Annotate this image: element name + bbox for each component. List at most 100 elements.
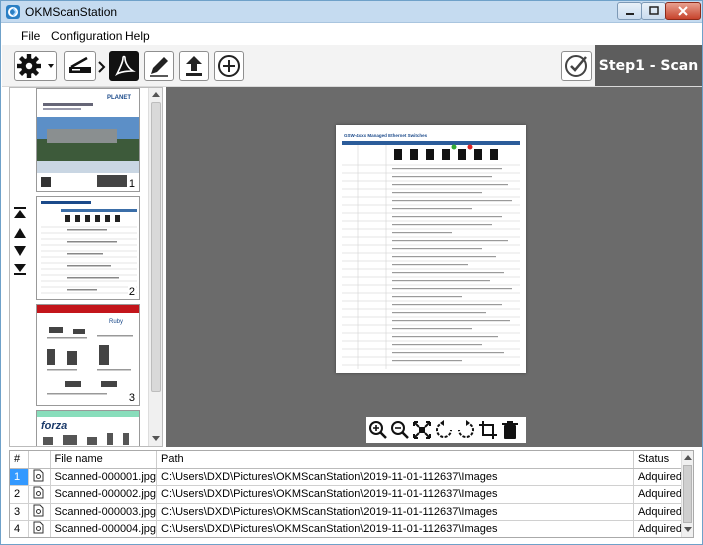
first-icon[interactable] (13, 206, 27, 220)
scroll-down-arrow-icon[interactable] (152, 436, 160, 441)
row-number: 3 (10, 503, 30, 521)
thumbnail-4[interactable]: forza (36, 410, 140, 446)
file-icon (28, 520, 51, 537)
thumbnail-number: 3 (127, 392, 136, 404)
column-header-path[interactable]: Path (156, 451, 634, 469)
column-header-icon[interactable] (28, 451, 51, 469)
table-row[interactable]: 1 Scanned-000001.jpg C:\Users\DXD\Pictur… (10, 468, 684, 486)
table-row[interactable]: 4 Scanned-000004.jpg C:\Users\DXD\Pictur… (10, 520, 684, 537)
menu-configuration[interactable]: Configuration (51, 29, 122, 43)
svg-text:GSW-4xxx Managed Ethernet Swit: GSW-4xxx Managed Ethernet Switches (344, 133, 428, 138)
row-number: 1 (10, 468, 30, 486)
thumbnail-nav (10, 88, 32, 446)
rotate-left-icon[interactable] (434, 420, 454, 440)
file-status: Adquired (633, 468, 684, 486)
maximize-button[interactable] (641, 2, 666, 20)
pencil-icon (150, 57, 168, 77)
thumbnail-number: 1 (127, 178, 136, 190)
table-scrollbar[interactable] (681, 451, 693, 537)
rotate-right-icon[interactable] (456, 420, 476, 440)
thumbnail-scrollbar[interactable] (148, 88, 162, 446)
scrollbar-thumb[interactable] (151, 102, 161, 392)
scroll-up-arrow-icon[interactable] (684, 455, 692, 460)
table-header: # File name Path Status (10, 451, 684, 469)
thumbnail-number: 2 (127, 286, 136, 298)
column-header-number[interactable]: # (10, 451, 30, 469)
down-icon[interactable] (13, 244, 27, 258)
dropdown-arrow-icon (48, 64, 54, 68)
file-path: C:\Users\DXD\Pictures\OKMScanStation\201… (156, 520, 634, 537)
table-row[interactable]: 2 Scanned-000002.jpg C:\Users\DXD\Pictur… (10, 485, 684, 504)
upload-icon (186, 56, 202, 76)
file-name: Scanned-000001.jpg (50, 468, 158, 486)
crop-icon[interactable] (478, 420, 498, 440)
gear-icon (17, 54, 54, 78)
image-toolbar (366, 417, 526, 443)
svg-text:Ruby: Ruby (109, 319, 123, 325)
minimize-button[interactable] (617, 2, 642, 20)
file-status: Adquired (633, 520, 684, 537)
file-name: Scanned-000004.jpg (50, 520, 158, 537)
menu-help[interactable]: Help (125, 29, 150, 43)
file-path: C:\Users\DXD\Pictures\OKMScanStation\201… (156, 468, 634, 486)
menu-bar: File Configuration Help (2, 24, 702, 45)
title-bar: OKMScanStation (1, 1, 702, 23)
confirm-button[interactable] (561, 51, 592, 81)
row-number: 4 (10, 520, 30, 537)
add-button[interactable] (214, 51, 244, 81)
file-path: C:\Users\DXD\Pictures\OKMScanStation\201… (156, 485, 634, 504)
add-icon (218, 55, 240, 77)
file-path: C:\Users\DXD\Pictures\OKMScanStation\201… (156, 503, 634, 521)
file-icon (28, 468, 51, 486)
table-row[interactable]: 3 Scanned-000003.jpg C:\Users\DXD\Pictur… (10, 503, 684, 521)
thumbnail-panel: PLANET 1 2 Ruby 3 forza (9, 87, 163, 447)
scanner-icon (69, 56, 91, 73)
last-icon[interactable] (13, 262, 27, 276)
svg-text:PLANET: PLANET (107, 95, 131, 101)
window-title: OKMScanStation (25, 5, 118, 19)
zoom-out-icon[interactable] (390, 420, 410, 440)
chevron-right-icon (98, 61, 106, 73)
upload-button[interactable] (179, 51, 209, 81)
menu-file[interactable]: File (21, 29, 40, 43)
file-icon (28, 485, 51, 504)
file-icon (28, 503, 51, 521)
pdf-icon (115, 55, 136, 77)
step-indicator: Step1 - Scan (595, 45, 702, 86)
delete-icon[interactable] (500, 420, 520, 440)
edit-button[interactable] (144, 51, 174, 81)
preview-page[interactable]: GSW-4xxx Managed Ethernet Switches (336, 125, 526, 373)
thumbnail-2[interactable]: 2 (36, 196, 140, 300)
scroll-down-arrow-icon[interactable] (684, 527, 692, 532)
thumbnail-list: PLANET 1 2 Ruby 3 forza (34, 88, 146, 446)
thumbnail-1[interactable]: PLANET 1 (36, 88, 140, 192)
row-number: 2 (10, 485, 30, 504)
close-button[interactable] (665, 2, 701, 20)
pdf-button[interactable] (109, 51, 139, 81)
file-status: Adquired (633, 503, 684, 521)
thumbnail-image (37, 197, 139, 299)
file-status: Adquired (633, 485, 684, 504)
settings-button[interactable] (14, 51, 57, 81)
scroll-up-arrow-icon[interactable] (152, 92, 160, 97)
column-header-status[interactable]: Status (633, 451, 684, 469)
thumbnail-3[interactable]: Ruby 3 (36, 304, 140, 406)
app-window: OKMScanStation File Configuration Help S… (0, 0, 703, 545)
thumbnail-image: Ruby (37, 305, 139, 405)
thumbnail-image: forza (37, 411, 139, 446)
file-table: # File name Path Status 1 Scanned-000001… (9, 450, 694, 538)
thumbnail-image: PLANET (37, 89, 139, 191)
toolbar: Step1 - Scan (2, 45, 702, 87)
image-preview: GSW-4xxx Managed Ethernet Switches (166, 87, 702, 447)
check-icon (565, 55, 587, 77)
zoom-in-icon[interactable] (368, 420, 388, 440)
scan-button[interactable] (64, 51, 96, 81)
app-logo-icon (6, 5, 20, 19)
column-header-file-name[interactable]: File name (50, 451, 158, 469)
preview-document-image: GSW-4xxx Managed Ethernet Switches (336, 125, 526, 373)
file-name: Scanned-000003.jpg (50, 503, 158, 521)
scrollbar-thumb[interactable] (683, 465, 692, 523)
file-name: Scanned-000002.jpg (50, 485, 158, 504)
fit-icon[interactable] (412, 420, 432, 440)
up-icon[interactable] (13, 226, 27, 240)
